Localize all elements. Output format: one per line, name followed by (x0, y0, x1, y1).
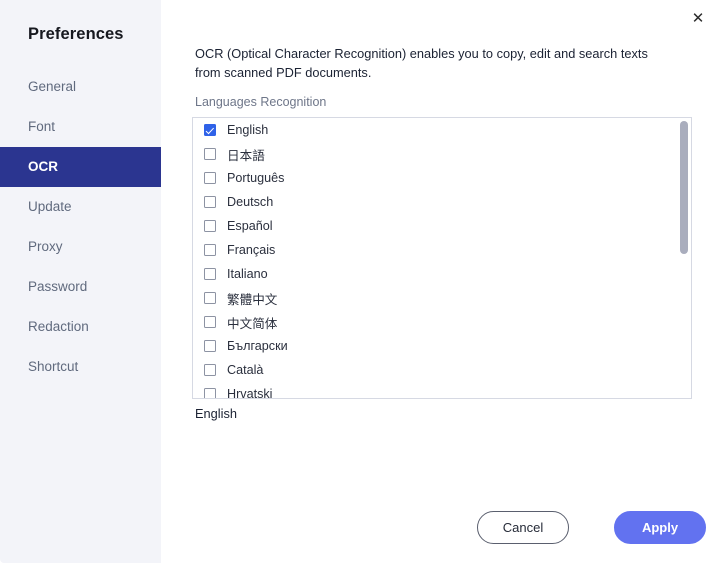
language-row[interactable]: 中文简体 (193, 310, 691, 334)
scrollbar-track[interactable] (680, 120, 688, 398)
language-listbox[interactable]: English 日本語 Português Deutsch Español Françai… (192, 117, 692, 399)
sidebar-item-label: Password (28, 279, 88, 294)
sidebar-item-label: Update (28, 199, 72, 214)
apply-button[interactable]: Apply (614, 511, 706, 544)
sidebar-item-label: Font (28, 119, 56, 134)
sidebar-item-font[interactable]: Font (0, 107, 161, 147)
page-title: Preferences (28, 25, 124, 43)
language-row[interactable]: Hrvatski (193, 382, 691, 398)
checkbox-icon[interactable] (204, 364, 216, 376)
checkbox-icon[interactable] (204, 388, 216, 398)
language-row[interactable]: Português (193, 166, 691, 190)
sidebar-item-general[interactable]: General (0, 67, 161, 107)
language-label: English (227, 123, 269, 137)
language-row[interactable]: Български (193, 334, 691, 358)
sidebar-item-label: Shortcut (28, 359, 79, 374)
language-row[interactable]: English (193, 118, 691, 142)
language-label: 繁體中文 (227, 292, 278, 307)
scrollbar-thumb[interactable] (680, 121, 688, 254)
sidebar-item-label: Redaction (28, 319, 89, 334)
language-label: Italiano (227, 267, 268, 281)
sidebar-item-ocr[interactable]: OCR (0, 147, 161, 187)
checkbox-icon[interactable] (204, 292, 216, 304)
checkbox-icon[interactable] (204, 244, 216, 256)
checkbox-icon[interactable] (204, 268, 216, 280)
language-label: Português (227, 171, 285, 185)
language-row[interactable]: Deutsch (193, 190, 691, 214)
sidebar-nav: General Font OCR Update Proxy Password Redacti… (0, 67, 161, 387)
checkbox-icon[interactable] (204, 196, 216, 208)
checkbox-icon[interactable] (204, 172, 216, 184)
checkbox-icon[interactable] (204, 316, 216, 328)
selected-language-value: English (195, 406, 237, 421)
cancel-button[interactable]: Cancel (477, 511, 569, 544)
checkbox-icon[interactable] (204, 220, 216, 232)
language-label: 日本語 (227, 148, 265, 163)
dialog-footer: Cancel Apply (161, 499, 716, 563)
language-row[interactable]: Français (193, 238, 691, 262)
sidebar-item-label: OCR (28, 159, 58, 174)
sidebar-item-label: Proxy (28, 239, 63, 254)
sidebar: Preferences General Font OCR Update Proxy Pas… (0, 0, 161, 563)
language-label: Deutsch (227, 195, 274, 209)
language-row[interactable]: 日本語 (193, 142, 691, 166)
checkbox-icon[interactable] (204, 340, 216, 352)
sidebar-item-label: General (28, 79, 77, 94)
languages-recognition-label: Languages Recognition (195, 95, 327, 109)
sidebar-item-proxy[interactable]: Proxy (0, 227, 161, 267)
language-label: Български (227, 339, 288, 353)
language-row[interactable]: Italiano (193, 262, 691, 286)
sidebar-item-update[interactable]: Update (0, 187, 161, 227)
language-label: Català (227, 363, 264, 377)
ocr-description: OCR (Optical Character Recognition) enab… (195, 46, 648, 80)
language-row[interactable]: Català (193, 358, 691, 382)
sidebar-item-password[interactable]: Password (0, 267, 161, 307)
sidebar-item-redaction[interactable]: Redaction (0, 307, 161, 347)
language-label: Español (227, 219, 273, 233)
checkbox-icon[interactable] (204, 148, 216, 160)
preferences-dialog: Preferences General Font OCR Update Proxy Pas… (0, 0, 716, 563)
language-row[interactable]: Español (193, 214, 691, 238)
checkbox-icon[interactable] (204, 124, 216, 136)
language-label: Hrvatski (227, 387, 273, 398)
language-label: 中文简体 (227, 316, 278, 331)
sidebar-item-shortcut[interactable]: Shortcut (0, 347, 161, 387)
language-list: English 日本語 Português Deutsch Español Françai… (193, 118, 691, 398)
main-panel: OCR (Optical Character Recognition) enab… (161, 0, 716, 563)
language-row[interactable]: 繁體中文 (193, 286, 691, 310)
language-label: Français (227, 243, 276, 257)
